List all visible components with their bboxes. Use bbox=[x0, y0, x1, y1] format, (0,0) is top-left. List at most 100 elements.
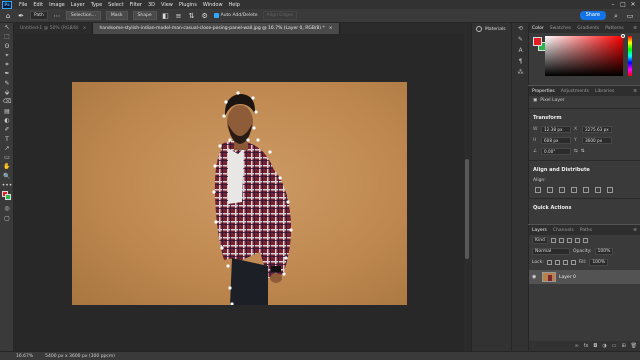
workspace-icon[interactable]: ▭ bbox=[626, 12, 634, 20]
path-alignment-icon[interactable]: ≡ bbox=[175, 12, 183, 20]
tab-color[interactable]: Color bbox=[532, 26, 544, 31]
align-left-icon[interactable] bbox=[535, 187, 541, 193]
brush-settings-icon[interactable]: ✎ bbox=[512, 34, 529, 45]
flip-vertical-icon[interactable]: ⇅ bbox=[581, 149, 585, 154]
menu-view[interactable]: View bbox=[158, 2, 176, 8]
menu-plugins[interactable]: Plugins bbox=[176, 2, 200, 8]
materials-panel-button[interactable]: Materials bbox=[472, 23, 511, 35]
tab-layers[interactable]: Layers bbox=[532, 228, 547, 233]
tab-patterns[interactable]: Patterns bbox=[605, 26, 624, 31]
shape-button[interactable]: Shape bbox=[132, 11, 157, 20]
flip-horizontal-icon[interactable]: ⇆ bbox=[574, 149, 578, 154]
gradient-tool-icon[interactable]: ▤ bbox=[0, 107, 14, 116]
panel-menu-icon[interactable]: ≡ bbox=[633, 228, 640, 233]
menu-type[interactable]: Type bbox=[88, 2, 105, 8]
object-selection-tool-icon[interactable]: ⌖ bbox=[0, 51, 14, 60]
tab-gradients[interactable]: Gradients bbox=[577, 26, 599, 31]
y-field[interactable]: 3600 px bbox=[582, 137, 612, 144]
width-field[interactable]: 12.38 px bbox=[541, 126, 571, 133]
vertical-scrollbar[interactable] bbox=[464, 34, 471, 351]
filter-adjustment-icon[interactable] bbox=[558, 238, 564, 243]
align-section-title[interactable]: Align and Distribute bbox=[529, 164, 640, 176]
filter-smart-object-icon[interactable] bbox=[582, 238, 588, 243]
path-mode-dropdown[interactable]: Path bbox=[30, 11, 48, 20]
hand-tool-icon[interactable]: ✋ bbox=[0, 162, 14, 171]
new-layer-icon[interactable]: ⊞ bbox=[621, 343, 625, 349]
link-layers-icon[interactable]: ∞ bbox=[574, 343, 578, 349]
history-icon[interactable]: ⟲ bbox=[512, 23, 529, 34]
layer-name[interactable]: Layer 0 bbox=[559, 275, 576, 280]
align-bottom-icon[interactable] bbox=[595, 187, 601, 193]
path-selection-tool-icon[interactable]: ↗ bbox=[0, 144, 14, 153]
menu-window[interactable]: Window bbox=[200, 2, 226, 8]
tab-channels[interactable]: Channels bbox=[553, 228, 574, 233]
align-middle-icon[interactable] bbox=[583, 187, 589, 193]
panel-menu-icon[interactable]: ≡ bbox=[633, 89, 640, 94]
path-operations-icon[interactable]: ◧ bbox=[162, 12, 170, 20]
tab-libraries[interactable]: Libraries bbox=[595, 89, 614, 94]
healing-brush-tool-icon[interactable]: ✎ bbox=[0, 79, 14, 88]
character-icon[interactable]: A bbox=[512, 45, 529, 56]
marquee-tool-icon[interactable]: ⬚ bbox=[0, 32, 14, 41]
mask-button[interactable]: Mask bbox=[105, 11, 128, 20]
lock-transparency-icon[interactable] bbox=[546, 260, 552, 265]
brush-tool-icon[interactable]: ⬙ bbox=[0, 88, 14, 97]
align-top-icon[interactable] bbox=[571, 187, 577, 193]
menu-edit[interactable]: Edit bbox=[30, 2, 46, 8]
blend-mode-dropdown[interactable]: Normal bbox=[532, 248, 570, 255]
close-tab-icon[interactable]: × bbox=[83, 26, 87, 31]
minimize-button[interactable]: – bbox=[610, 1, 616, 8]
pen-tool-icon[interactable]: ✐ bbox=[0, 125, 14, 134]
share-button[interactable]: Share bbox=[579, 11, 606, 20]
foreground-color-swatch[interactable] bbox=[533, 37, 542, 46]
home-icon[interactable]: ⌂ bbox=[4, 12, 12, 20]
hue-slider[interactable] bbox=[628, 36, 632, 76]
menu-help[interactable]: Help bbox=[226, 2, 243, 8]
new-group-icon[interactable]: ▭ bbox=[612, 343, 617, 349]
align-edges-checkbox[interactable]: Align Edges bbox=[262, 11, 297, 20]
layer-row[interactable]: ◉ Layer 0 bbox=[529, 270, 640, 284]
fill-field[interactable]: 100% bbox=[589, 259, 609, 266]
auto-add-delete-checkbox[interactable]: Auto Add/Delete bbox=[213, 13, 258, 18]
scrollbar-thumb[interactable] bbox=[465, 159, 469, 259]
height-field[interactable]: 608 px bbox=[541, 137, 571, 144]
color-swatches[interactable] bbox=[0, 190, 13, 204]
zoom-level[interactable]: 16.67% bbox=[16, 354, 33, 359]
menu-file[interactable]: File bbox=[16, 2, 30, 8]
tab-adjustments[interactable]: Adjustments bbox=[561, 89, 589, 94]
tab-paths[interactable]: Paths bbox=[580, 228, 592, 233]
transform-section-title[interactable]: Transform bbox=[529, 112, 640, 124]
menu-image[interactable]: Image bbox=[46, 2, 68, 8]
selection-button[interactable]: Selection... bbox=[65, 11, 101, 20]
menu-select[interactable]: Select bbox=[105, 2, 126, 8]
panel-menu-icon[interactable]: ≡ bbox=[633, 26, 640, 31]
more-tools-icon[interactable]: ••• bbox=[0, 181, 14, 190]
align-right-icon[interactable] bbox=[559, 187, 565, 193]
document-canvas-image[interactable] bbox=[72, 82, 407, 305]
dodge-tool-icon[interactable]: ◐ bbox=[0, 116, 14, 125]
tab-active-document[interactable]: handsome-stylish-indian-model-man-casual… bbox=[93, 23, 340, 34]
pen-tool-icon[interactable]: ✒ bbox=[17, 12, 25, 20]
angle-field[interactable]: 0.00° bbox=[541, 148, 571, 155]
x-field[interactable]: 2275.63 px bbox=[582, 126, 612, 133]
tab-properties[interactable]: Properties bbox=[532, 89, 555, 94]
quick-mask-icon[interactable]: ◎ bbox=[0, 204, 14, 213]
tab-swatches[interactable]: Swatches bbox=[550, 26, 572, 31]
quick-actions-title[interactable]: Quick Actions bbox=[529, 202, 640, 214]
maximize-button[interactable]: □ bbox=[620, 1, 626, 8]
saturation-brightness-field[interactable] bbox=[545, 36, 623, 76]
rectangle-tool-icon[interactable]: ▭ bbox=[0, 153, 14, 162]
search-icon[interactable]: ⌕ bbox=[612, 12, 620, 20]
move-tool-icon[interactable]: ↖ bbox=[0, 23, 14, 32]
lock-pixels-icon[interactable] bbox=[554, 260, 560, 265]
eyedropper-tool-icon[interactable]: ✒ bbox=[0, 69, 14, 78]
add-mask-icon[interactable]: ◘ bbox=[593, 343, 597, 349]
zoom-tool-icon[interactable]: 🔍 bbox=[0, 172, 14, 181]
kind-filter-dropdown[interactable]: Kind bbox=[532, 237, 548, 244]
type-tool-icon[interactable]: T bbox=[0, 135, 14, 144]
visibility-eye-icon[interactable]: ◉ bbox=[532, 274, 539, 280]
menu-layer[interactable]: Layer bbox=[68, 2, 88, 8]
path-arrangement-icon[interactable]: ⇅ bbox=[188, 12, 196, 20]
layer-style-icon[interactable]: fx bbox=[584, 343, 589, 349]
delete-layer-icon[interactable]: 🗑 bbox=[631, 343, 637, 349]
